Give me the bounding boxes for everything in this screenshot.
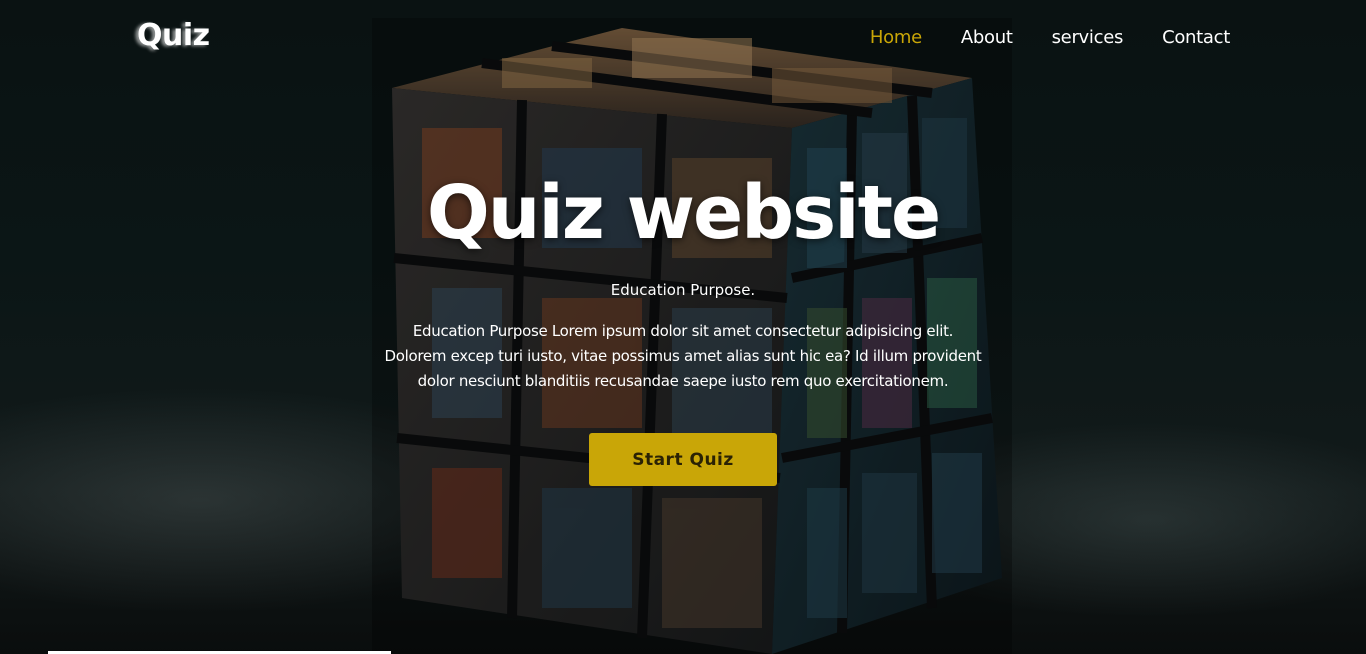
hero-section: Quiz website Education Purpose. Educatio… <box>0 0 1366 654</box>
hero-description: Education Purpose Lorem ipsum dolor sit … <box>384 322 982 390</box>
page: Quiz Home About services Contact Quiz we… <box>0 0 1366 654</box>
hero-title: Quiz website <box>426 170 941 256</box>
hero-subtitle: Education Purpose. <box>610 281 756 299</box>
start-quiz-button[interactable]: Start Quiz <box>589 433 777 486</box>
